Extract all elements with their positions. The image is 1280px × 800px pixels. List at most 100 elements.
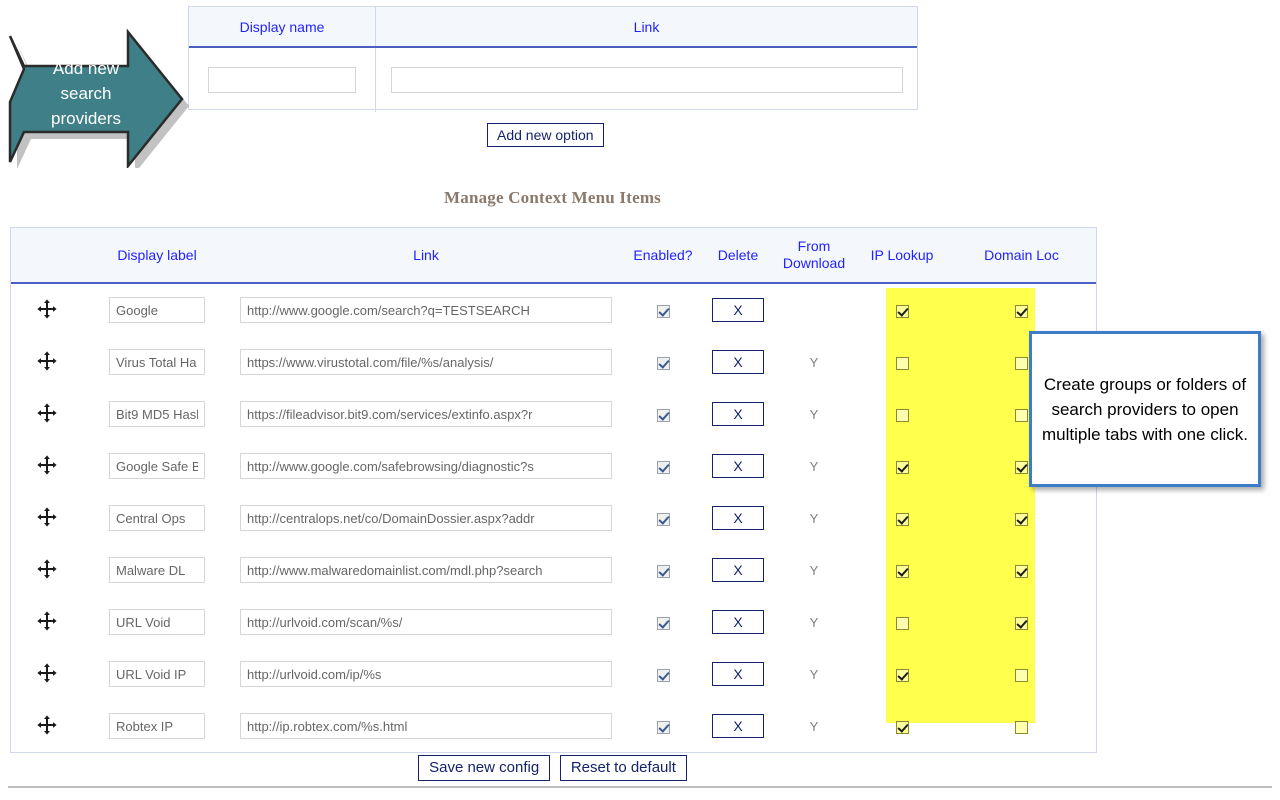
move-handle-icon[interactable] [36, 610, 58, 632]
delete-row-button[interactable]: X [712, 506, 764, 530]
display-label-input[interactable] [109, 505, 205, 531]
new-display-name-input[interactable] [208, 67, 356, 93]
checkbox[interactable] [895, 616, 909, 630]
cell-ip-lookup [857, 596, 947, 648]
checkbox[interactable] [1015, 720, 1028, 734]
enabled-checkbox[interactable] [656, 564, 670, 578]
move-handle-icon[interactable] [36, 662, 58, 684]
cell-domain-loc [947, 283, 1096, 336]
checkbox[interactable] [895, 304, 909, 318]
link-input[interactable] [240, 557, 612, 583]
link-input[interactable] [240, 453, 612, 479]
delete-row-button[interactable]: X [712, 714, 764, 738]
move-handle-icon[interactable] [36, 506, 58, 528]
new-link-input[interactable] [390, 67, 903, 93]
link-input[interactable] [240, 401, 612, 427]
enabled-checkbox[interactable] [656, 460, 670, 474]
cell-enabled [621, 596, 705, 648]
from-download-value: Y [809, 718, 819, 734]
checkbox[interactable] [895, 356, 909, 370]
link-input[interactable] [240, 713, 612, 739]
move-handle-icon[interactable] [36, 298, 58, 320]
link-input[interactable] [240, 297, 612, 323]
checkbox[interactable] [1015, 616, 1028, 630]
groups-info-callout-text: Create groups or folders of search provi… [1042, 374, 1248, 444]
enabled-checkbox[interactable] [656, 512, 670, 526]
cell-enabled [621, 544, 705, 596]
cell-display-label [83, 648, 231, 700]
table-row: XY [11, 388, 1096, 440]
add-new-option-button[interactable]: Add new option [487, 123, 604, 147]
display-label-input[interactable] [109, 557, 205, 583]
cell-ip-lookup [857, 648, 947, 700]
display-label-input[interactable] [109, 401, 205, 427]
checkbox[interactable] [1015, 668, 1028, 682]
cell-enabled [621, 388, 705, 440]
cell-handle [11, 492, 83, 544]
cell-from-download: Y [771, 700, 857, 752]
checkbox[interactable] [895, 564, 909, 578]
cell-display-label [83, 544, 231, 596]
display-label-input[interactable] [109, 609, 205, 635]
cell-display-label [83, 388, 231, 440]
checkbox[interactable] [895, 512, 909, 526]
move-handle-icon[interactable] [36, 350, 58, 372]
move-handle-icon[interactable] [36, 454, 58, 476]
cell-ip-lookup [857, 700, 947, 752]
checkbox[interactable] [895, 668, 909, 682]
header-ip-lookup: IP Lookup [857, 228, 947, 284]
enabled-checkbox[interactable] [656, 408, 670, 422]
move-handle-icon[interactable] [36, 558, 58, 580]
display-label-input[interactable] [109, 297, 205, 323]
checkbox[interactable] [1015, 460, 1028, 474]
checkbox[interactable] [895, 460, 909, 474]
checkbox[interactable] [1015, 356, 1028, 370]
checkbox[interactable] [895, 720, 909, 734]
delete-row-button[interactable]: X [712, 558, 764, 582]
link-input[interactable] [240, 349, 612, 375]
add-new-option-wrapper: Add new option [487, 123, 604, 147]
cell-delete: X [705, 648, 771, 700]
display-label-input[interactable] [109, 453, 205, 479]
link-input[interactable] [240, 609, 612, 635]
checkbox[interactable] [1015, 564, 1028, 578]
header-domain-loc: Domain Loc [947, 228, 1096, 284]
move-handle-icon[interactable] [36, 714, 58, 736]
cell-link [231, 544, 621, 596]
cell-ip-lookup [857, 283, 947, 336]
checkbox[interactable] [1015, 304, 1028, 318]
delete-row-button[interactable]: X [712, 454, 764, 478]
enabled-checkbox[interactable] [656, 356, 670, 370]
header-display-label: Display label [83, 228, 231, 284]
enabled-checkbox[interactable] [656, 720, 670, 734]
table-row: XY [11, 440, 1096, 492]
cell-delete: X [705, 283, 771, 336]
cell-handle [11, 388, 83, 440]
display-label-input[interactable] [109, 661, 205, 687]
checkbox[interactable] [895, 408, 909, 422]
delete-row-button[interactable]: X [712, 350, 764, 374]
link-input[interactable] [240, 661, 612, 687]
reset-to-default-button[interactable]: Reset to default [559, 755, 687, 781]
cell-ip-lookup [857, 388, 947, 440]
delete-row-button[interactable]: X [712, 662, 764, 686]
enabled-checkbox[interactable] [656, 668, 670, 682]
checkbox[interactable] [1015, 408, 1028, 422]
move-handle-icon[interactable] [36, 402, 58, 424]
enabled-checkbox[interactable] [656, 616, 670, 630]
delete-row-button[interactable]: X [712, 610, 764, 634]
header-handle [11, 228, 83, 284]
display-label-input[interactable] [109, 349, 205, 375]
cell-display-label [83, 596, 231, 648]
save-new-config-button[interactable]: Save new config [418, 755, 551, 781]
section-title: Manage Context Menu Items [444, 188, 661, 207]
enabled-checkbox[interactable] [656, 304, 670, 318]
link-input[interactable] [240, 505, 612, 531]
cell-from-download: Y [771, 544, 857, 596]
display-label-input[interactable] [109, 713, 205, 739]
cell-delete: X [705, 544, 771, 596]
table-row: XY [11, 700, 1096, 752]
checkbox[interactable] [1015, 512, 1028, 526]
delete-row-button[interactable]: X [712, 402, 764, 426]
delete-row-button[interactable]: X [712, 298, 764, 322]
